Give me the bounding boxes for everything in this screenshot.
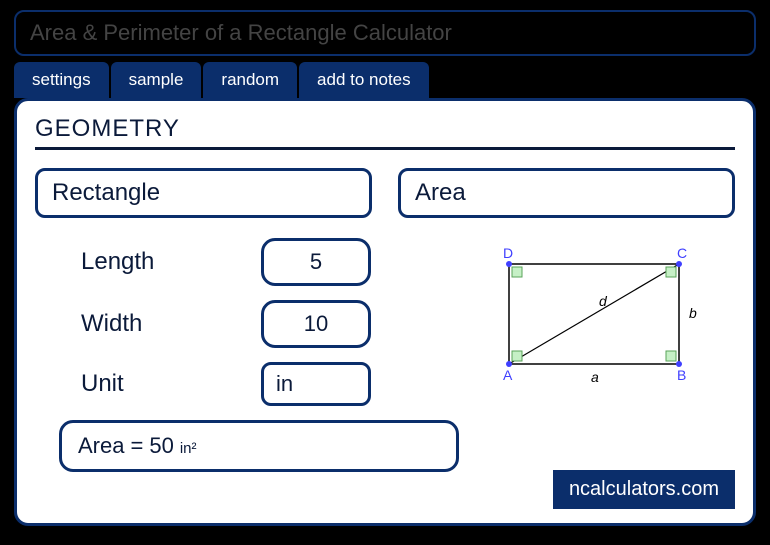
page-title: Area & Perimeter of a Rectangle Calculat…	[14, 10, 756, 56]
inputs-column: Length 5 Width 10 Unit in Area = 50 in²	[35, 238, 459, 472]
svg-text:B: B	[677, 367, 686, 383]
svg-text:C: C	[677, 245, 687, 261]
svg-text:D: D	[503, 245, 513, 261]
svg-text:b: b	[689, 305, 697, 321]
width-input[interactable]: 10	[261, 300, 371, 348]
tab-add-to-notes[interactable]: add to notes	[299, 62, 429, 98]
result-display: Area = 50 in²	[59, 420, 459, 472]
tabs: settings sample random add to notes	[14, 62, 756, 98]
tab-sample[interactable]: sample	[111, 62, 202, 98]
result-unit: in²	[180, 440, 197, 457]
result-equals: =	[130, 433, 143, 459]
calculator-panel: GEOMETRY Rectangle Area Length 5 Width 1…	[14, 98, 756, 526]
width-label: Width	[81, 310, 261, 338]
calculation-select[interactable]: Area	[398, 168, 735, 218]
result-value: 50	[149, 433, 173, 459]
svg-text:A: A	[503, 367, 513, 383]
rectangle-diagram: D C A B a b d	[479, 244, 709, 404]
length-label: Length	[81, 248, 261, 276]
shape-select[interactable]: Rectangle	[35, 168, 372, 218]
panel-heading: GEOMETRY	[35, 115, 735, 150]
diagram: D C A B a b d	[479, 238, 735, 472]
svg-text:a: a	[591, 369, 599, 385]
length-input[interactable]: 5	[261, 238, 371, 286]
brand-badge: ncalculators.com	[553, 470, 735, 509]
tab-random[interactable]: random	[203, 62, 297, 98]
tab-settings[interactable]: settings	[14, 62, 109, 98]
result-label: Area	[78, 433, 124, 459]
svg-text:d: d	[599, 293, 608, 309]
unit-label: Unit	[81, 370, 261, 398]
unit-select[interactable]: in	[261, 362, 371, 406]
